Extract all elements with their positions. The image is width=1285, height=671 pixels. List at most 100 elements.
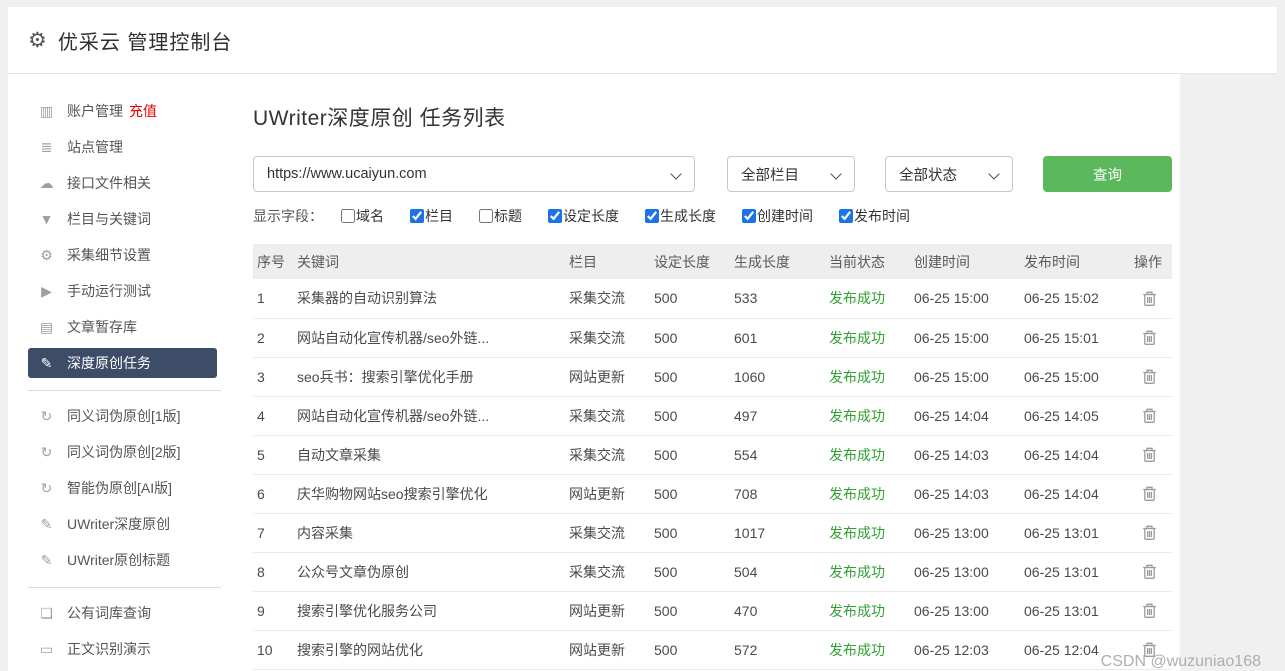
field-checkbox[interactable] [341,209,355,223]
refresh-icon: ↻ [38,480,55,497]
display-field-option[interactable]: 域名 [341,206,384,226]
field-checkbox[interactable] [479,209,493,223]
edit-icon: ✎ [38,355,55,372]
table-row: 2 网站自动化宣传机器/seo外链... 采集交流 500 601 发布成功 0… [253,318,1172,357]
column-header: 栏目 [565,244,650,279]
row-index: 10 [253,630,293,669]
delete-button[interactable] [1138,521,1160,543]
sidebar-item[interactable]: ▶ 手动运行测试 [28,276,217,306]
sidebar-item[interactable]: ▼ 栏目与关键词 [28,204,217,234]
display-field-option[interactable]: 栏目 [410,206,453,226]
row-keyword: 搜索引擎的网站优化 [293,630,565,669]
sidebar-item[interactable]: ⚙ 采集细节设置 [28,240,217,270]
row-gen-length: 470 [730,591,825,630]
sidebar-item[interactable]: ✎ 深度原创任务 [28,348,217,378]
column-header: 发布时间 [1020,244,1130,279]
site-select-value: https://www.ucaiyun.com [267,166,427,182]
field-checkbox[interactable] [645,209,659,223]
row-created-time: 06-25 13:00 [910,552,1020,591]
display-fields-label: 显示字段： [253,206,323,226]
sidebar-item[interactable]: ↻ 同义词伪原创[2版] [28,437,217,467]
delete-button[interactable] [1138,443,1160,465]
row-set-length: 500 [650,474,730,513]
field-checkbox[interactable] [742,209,756,223]
row-created-time: 06-25 12:03 [910,630,1020,669]
sidebar-item[interactable]: ↻ 智能伪原创[AI版] [28,473,217,503]
delete-button[interactable] [1138,326,1160,348]
display-field-option[interactable]: 设定长度 [548,206,619,226]
row-created-time: 06-25 15:00 [910,357,1020,396]
sidebar-item-label: 同义词伪原创[1版] [67,406,181,426]
main-panel: ▥ 账户管理 充值 ≣ 站点管理 ☁ 接口文件相关 ▼ 栏目与关键词 ⚙ 采集细… [8,74,1180,671]
delete-button[interactable] [1138,365,1160,387]
delete-button[interactable] [1138,404,1160,426]
row-column: 采集交流 [565,513,650,552]
delete-button[interactable] [1138,560,1160,582]
sidebar-item[interactable]: ✎ UWriter深度原创 [28,509,217,539]
sidebar-item[interactable]: ❏ 公有词库查询 [28,598,217,628]
sidebar-item[interactable]: ☁ 接口文件相关 [28,168,217,198]
sidebar-item[interactable]: ≣ 站点管理 [28,132,217,162]
table-row: 4 网站自动化宣传机器/seo外链... 采集交流 500 497 发布成功 0… [253,396,1172,435]
trash-icon [1142,602,1157,619]
row-index: 9 [253,591,293,630]
sidebar-item[interactable]: ▭ 正文识别演示 [28,634,217,664]
sidebar-item-label: UWriter原创标题 [67,550,170,570]
row-created-time: 06-25 14:03 [910,435,1020,474]
sidebar-item[interactable]: ✎ UWriter原创标题 [28,545,217,575]
delete-button[interactable] [1138,599,1160,621]
row-column: 网站更新 [565,474,650,513]
row-status: 发布成功 [825,630,910,669]
sidebar-item-label: 正文识别演示 [67,639,151,659]
monitor-icon: ▭ [38,641,55,658]
query-button[interactable]: 查询 [1043,156,1172,192]
column-header: 设定长度 [650,244,730,279]
sidebar-item[interactable]: ↻ 同义词伪原创[1版] [28,401,217,431]
display-field-option[interactable]: 生成长度 [645,206,716,226]
row-keyword: 公众号文章伪原创 [293,552,565,591]
row-keyword: 搜索引擎优化服务公司 [293,591,565,630]
table-row: 7 内容采集 采集交流 500 1017 发布成功 06-25 13:00 06… [253,513,1172,552]
row-published-time: 06-25 14:04 [1020,474,1130,513]
row-published-time: 06-25 13:01 [1020,552,1130,591]
database-icon: ▤ [38,319,55,336]
sidebar-item[interactable]: ▥ 账户管理 充值 [28,96,217,126]
field-checkbox[interactable] [548,209,562,223]
row-gen-length: 504 [730,552,825,591]
site-select[interactable]: https://www.ucaiyun.com [253,156,695,192]
bar-chart-icon: ▥ [38,103,55,120]
display-field-option[interactable]: 标题 [479,206,522,226]
status-select[interactable]: 全部状态 [885,156,1013,192]
filter-bar: https://www.ucaiyun.com 全部栏目 全部状态 查询 [253,156,1172,192]
sidebar-item-label: 账户管理 [67,101,123,121]
table-header-row: 序号关键词栏目设定长度生成长度当前状态创建时间发布时间操作 [253,244,1172,279]
trash-icon [1142,524,1157,541]
cloud-upload-icon: ☁ [38,175,55,192]
refresh-icon: ↻ [38,444,55,461]
display-field-option[interactable]: 发布时间 [839,206,910,226]
row-keyword: 网站自动化宣传机器/seo外链... [293,318,565,357]
column-select[interactable]: 全部栏目 [727,156,855,192]
row-keyword: 内容采集 [293,513,565,552]
server-stack-icon: ≣ [38,139,55,156]
delete-button[interactable] [1138,482,1160,504]
display-field-option[interactable]: 创建时间 [742,206,813,226]
trash-icon [1142,563,1157,580]
column-header: 序号 [253,244,293,279]
app-header: ⚙ 优采云 管理控制台 [8,7,1277,74]
sidebar-item[interactable]: ▤ 文章暂存库 [28,312,217,342]
row-column: 网站更新 [565,357,650,396]
row-set-length: 500 [650,435,730,474]
field-label: 域名 [356,206,384,226]
row-status: 发布成功 [825,591,910,630]
field-checkbox[interactable] [839,209,853,223]
field-checkbox[interactable] [410,209,424,223]
table-row: 3 seo兵书：搜索引擎优化手册 网站更新 500 1060 发布成功 06-2… [253,357,1172,396]
recharge-link[interactable]: 充值 [129,101,157,121]
chevron-down-icon [670,168,681,179]
refresh-icon: ↻ [38,408,55,425]
row-index: 1 [253,279,293,318]
delete-button[interactable] [1138,287,1160,309]
row-gen-length: 572 [730,630,825,669]
sidebar-item-label: 同义词伪原创[2版] [67,442,181,462]
